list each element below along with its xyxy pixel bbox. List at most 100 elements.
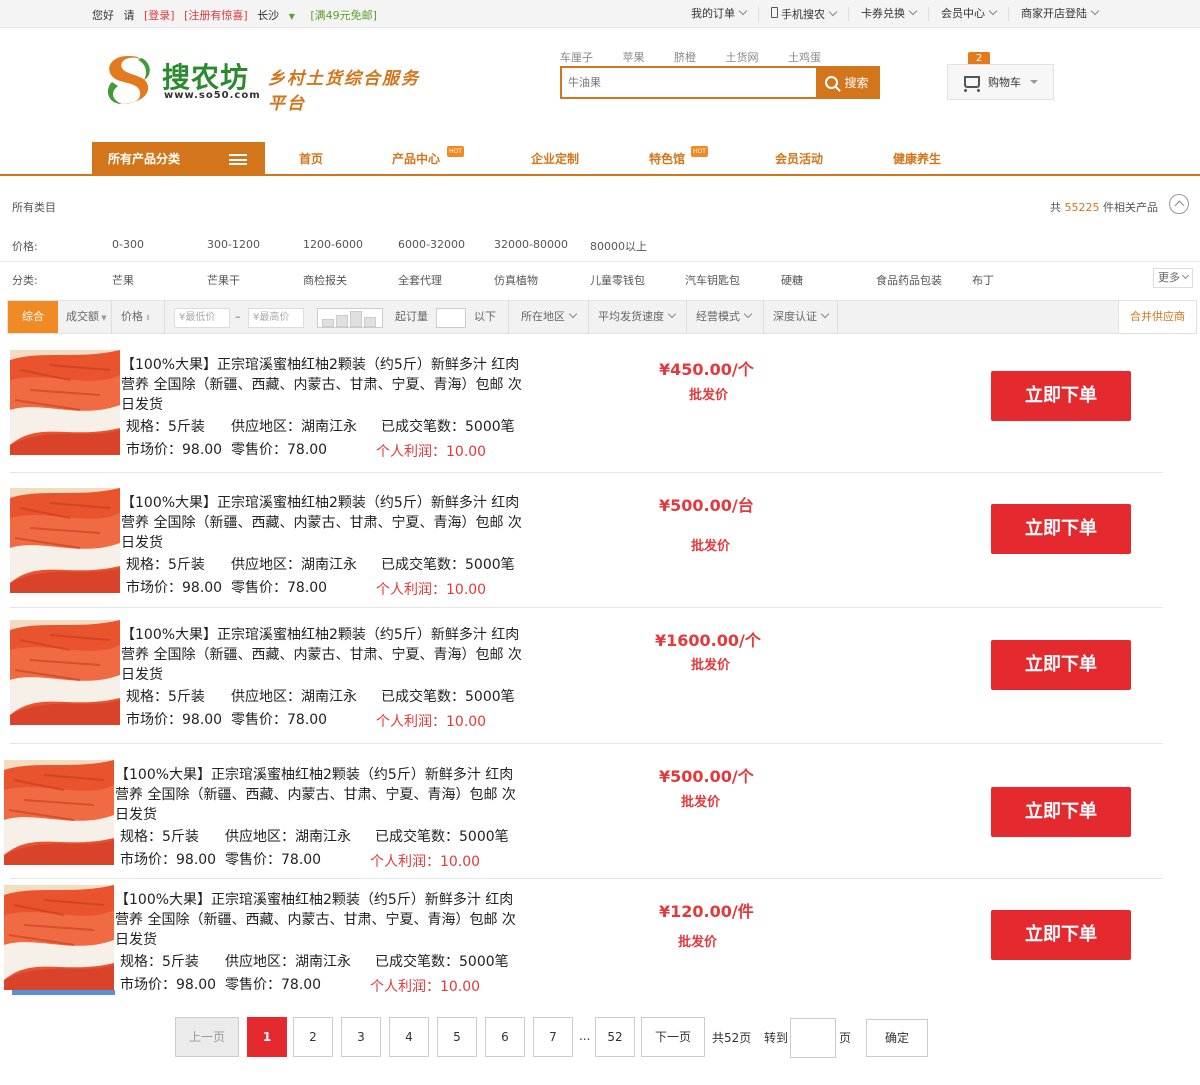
- class-option[interactable]: 芒果干: [207, 272, 240, 288]
- next-page-button[interactable]: 下一页: [641, 1017, 705, 1057]
- order-now-button[interactable]: 立即下单: [991, 910, 1131, 960]
- phone-icon: [771, 6, 778, 18]
- sort-volume[interactable]: 成交额 ▼: [66, 301, 107, 333]
- certification-filter[interactable]: 深度认证: [773, 301, 830, 333]
- product-region: 供应地区：湖南江永: [231, 557, 357, 573]
- search-input[interactable]: [562, 68, 816, 97]
- all-categories-button[interactable]: 所有产品分类: [92, 142, 265, 176]
- hotword-link[interactable]: 苹果: [623, 51, 645, 64]
- min-price-input[interactable]: ¥最低价: [174, 308, 230, 328]
- result-count: 共 55225 件相关产品: [1050, 199, 1158, 215]
- price-range-option[interactable]: 32000-80000: [494, 238, 568, 251]
- page-number-button[interactable]: 6: [485, 1017, 525, 1057]
- more-classes-button[interactable]: 更多: [1153, 268, 1193, 288]
- cart-label: 购物车: [988, 76, 1021, 89]
- page-number-button[interactable]: 7: [533, 1017, 573, 1057]
- price-range-option[interactable]: 80000以上: [590, 238, 647, 254]
- product-deals: 已成交笔数：5000笔: [375, 954, 509, 970]
- product-image[interactable]: [10, 620, 120, 725]
- sort-comprehensive[interactable]: 综合: [8, 301, 58, 333]
- nav-item-custom[interactable]: 企业定制: [531, 142, 579, 176]
- nav-item-member-events[interactable]: 会员活动: [775, 142, 823, 176]
- product-title[interactable]: 【100%大果】正宗琯溪蜜柚红柚2颗装（约5斤）新鲜多汁 红肉营养 全国除（新疆…: [121, 355, 531, 415]
- page-number-button[interactable]: 2: [293, 1017, 333, 1057]
- page-number-button[interactable]: 52: [595, 1017, 635, 1057]
- product-image[interactable]: [10, 350, 120, 455]
- cart-icon: [964, 76, 980, 92]
- goto-page-input[interactable]: [790, 1018, 836, 1058]
- merge-suppliers-button[interactable]: 合并供应商: [1118, 301, 1196, 333]
- price-range-option[interactable]: 6000-32000: [398, 238, 465, 251]
- cart-button[interactable]: 购物车: [947, 64, 1054, 100]
- search-button[interactable]: 搜索: [816, 68, 878, 97]
- ship-speed-filter[interactable]: 平均发货速度: [598, 301, 677, 333]
- collapse-filters-icon[interactable]: [1169, 194, 1189, 214]
- product-image[interactable]: [10, 488, 120, 593]
- order-now-button[interactable]: 立即下单: [991, 787, 1131, 837]
- class-option[interactable]: 布丁: [972, 272, 994, 288]
- page-number-button[interactable]: 4: [389, 1017, 429, 1057]
- order-now-button[interactable]: 立即下单: [991, 640, 1131, 690]
- hotword-link[interactable]: 脐橙: [674, 51, 696, 64]
- class-option[interactable]: 仿真植物: [494, 272, 538, 288]
- nav-item-specialty[interactable]: 特色馆: [649, 142, 685, 176]
- product-title[interactable]: 【100%大果】正宗琯溪蜜柚红柚2颗装（约5斤）新鲜多汁 红肉营养 全国除（新疆…: [121, 493, 531, 553]
- site-logo[interactable]: 搜农坊 www.so50.com 乡村土货综合服务平台: [98, 50, 438, 114]
- prev-page-button[interactable]: 上一页: [175, 1017, 239, 1057]
- goto-confirm-button[interactable]: 确定: [866, 1019, 928, 1057]
- free-shipping-promo[interactable]: [满49元免邮]: [310, 9, 377, 22]
- hot-badge: HOT: [447, 146, 464, 157]
- price-dash: –: [235, 310, 241, 323]
- product-title[interactable]: 【100%大果】正宗琯溪蜜柚红柚2颗装（约5斤）新鲜多汁 红肉营养 全国除（新疆…: [121, 625, 531, 685]
- hotword-link[interactable]: 车厘子: [560, 51, 593, 64]
- order-now-button[interactable]: 立即下单: [991, 504, 1131, 554]
- location-filter[interactable]: 所在地区: [521, 301, 578, 333]
- caret-down-icon: ▼: [99, 314, 107, 322]
- row-divider: [10, 607, 1163, 608]
- price-range-option[interactable]: 1200-6000: [303, 238, 363, 251]
- merchant-login-link[interactable]: 商家开店登陆: [1008, 6, 1110, 21]
- login-link[interactable]: [登录]: [144, 9, 175, 22]
- moq-input[interactable]: [436, 308, 466, 328]
- market-price: 市场价：98.00: [126, 442, 223, 458]
- sort-price[interactable]: 价格 ⇕: [121, 301, 151, 333]
- business-mode-filter[interactable]: 经营模式: [696, 301, 753, 333]
- max-price-input[interactable]: ¥最高价: [248, 308, 304, 328]
- all-categories-crumb[interactable]: 所有类目: [12, 199, 56, 215]
- class-option[interactable]: 食品药品包装: [876, 272, 942, 288]
- result-count-suffix: 件相关产品: [1103, 201, 1158, 214]
- nav-item-home[interactable]: 首页: [299, 142, 323, 176]
- member-center-link[interactable]: 会员中心: [928, 6, 1008, 21]
- mobile-link[interactable]: 手机搜农: [758, 6, 848, 22]
- product-title[interactable]: 【100%大果】正宗琯溪蜜柚红柚2颗装（约5斤）新鲜多汁 红肉营养 全国除（新疆…: [115, 765, 525, 825]
- my-orders-link[interactable]: 我的订单: [679, 6, 758, 21]
- retail-price: 零售价：78.00: [231, 712, 328, 728]
- hotword-link[interactable]: 土鸡蛋: [788, 51, 821, 64]
- wholesale-price: ¥450.00/个: [659, 360, 754, 379]
- product-image[interactable]: [4, 885, 114, 990]
- class-option[interactable]: 儿童零钱包: [590, 272, 645, 288]
- product-image[interactable]: [4, 760, 114, 865]
- page-number-button[interactable]: 5: [437, 1017, 477, 1057]
- class-option[interactable]: 芒果: [112, 272, 134, 288]
- sort-bar: 综合 成交额 ▼ 价格 ⇕ ¥最低价 – ¥最高价 起订量 以下 所在地区 平均…: [7, 300, 1197, 334]
- page-number-button[interactable]: 1: [247, 1017, 287, 1057]
- order-now-button[interactable]: 立即下单: [991, 371, 1131, 421]
- coupon-link[interactable]: 卡券兑换: [848, 6, 928, 21]
- city-selector[interactable]: 长沙 ▼: [257, 9, 301, 22]
- nav-item-health[interactable]: 健康养生: [893, 142, 941, 176]
- merchant-login-label: 商家开店登陆: [1021, 7, 1087, 20]
- class-option[interactable]: 全套代理: [398, 272, 442, 288]
- price-range-option[interactable]: 300-1200: [207, 238, 260, 251]
- retail-price: 零售价：78.00: [225, 977, 322, 993]
- register-link[interactable]: [注册有惊喜]: [184, 9, 248, 22]
- class-option[interactable]: 汽车钥匙包: [685, 272, 740, 288]
- price-range-option[interactable]: 0-300: [112, 238, 144, 251]
- nav-item-products[interactable]: 产品中心: [392, 142, 440, 176]
- class-option[interactable]: 硬糖: [781, 272, 803, 288]
- page-number-button[interactable]: 3: [341, 1017, 381, 1057]
- product-title[interactable]: 【100%大果】正宗琯溪蜜柚红柚2颗装（约5斤）新鲜多汁 红肉营养 全国除（新疆…: [115, 890, 525, 950]
- class-option[interactable]: 商检报关: [303, 272, 347, 288]
- personal-profit: 个人利润：10.00: [376, 444, 487, 460]
- hotword-link[interactable]: 土货网: [726, 51, 759, 64]
